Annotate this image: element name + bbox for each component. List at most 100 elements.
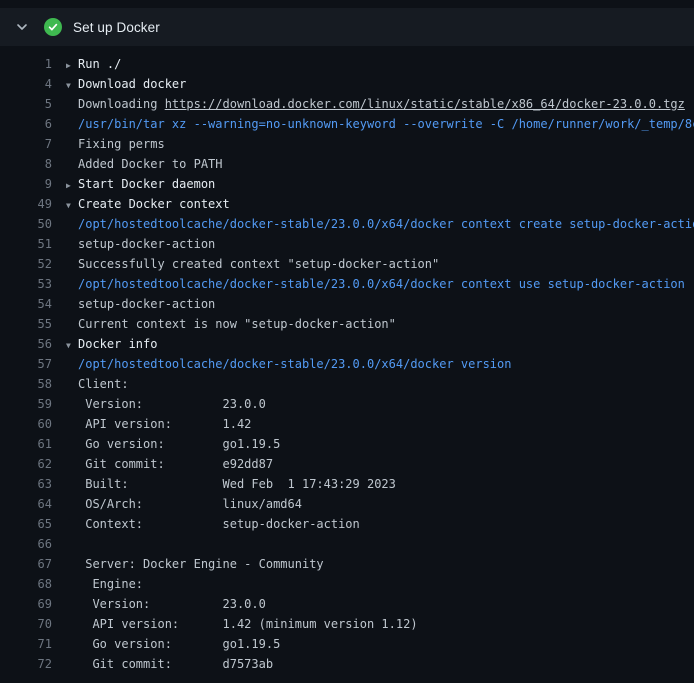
line-number[interactable]: 71 (0, 634, 52, 654)
line-number[interactable]: 68 (0, 574, 52, 594)
line-number[interactable]: 60 (0, 414, 52, 434)
line-content (52, 534, 78, 554)
log-link[interactable]: https://download.docker.com/linux/static… (165, 97, 685, 111)
group-collapsed-icon: ▶ (66, 176, 78, 194)
group-label: Create Docker context (78, 197, 230, 211)
log-row: 67 Server: Docker Engine - Community (0, 554, 694, 574)
log-row: 6/usr/bin/tar xz --warning=no-unknown-ke… (0, 114, 694, 134)
line-number[interactable]: 1 (0, 54, 52, 74)
line-content: Engine: (52, 574, 143, 594)
line-content: Context: setup-docker-action (52, 514, 360, 534)
line-number[interactable]: 56 (0, 334, 52, 354)
log-text: Context: setup-docker-action (78, 517, 360, 531)
log-text: Built: Wed Feb 1 17:43:29 2023 (78, 477, 396, 491)
line-content: Go version: go1.19.5 (52, 634, 280, 654)
line-content: Downloading https://download.docker.com/… (52, 94, 685, 114)
line-number[interactable]: 70 (0, 614, 52, 634)
log-group-row[interactable]: 1▶Run ./ (0, 54, 694, 74)
line-content: /opt/hostedtoolcache/docker-stable/23.0.… (52, 354, 511, 374)
log-row: 58Client: (0, 374, 694, 394)
line-number[interactable]: 4 (0, 74, 52, 94)
log-row: 64 OS/Arch: linux/amd64 (0, 494, 694, 514)
line-number[interactable]: 58 (0, 374, 52, 394)
group-expanded-icon: ▼ (66, 336, 78, 354)
log-row: 60 API version: 1.42 (0, 414, 694, 434)
log-row: 63 Built: Wed Feb 1 17:43:29 2023 (0, 474, 694, 494)
log-row: 7Fixing perms (0, 134, 694, 154)
line-content: OS/Arch: linux/amd64 (52, 494, 302, 514)
line-number[interactable]: 5 (0, 94, 52, 114)
command-text: /opt/hostedtoolcache/docker-stable/23.0.… (78, 357, 511, 371)
log-row: 50/opt/hostedtoolcache/docker-stable/23.… (0, 214, 694, 234)
log-text: Current context is now "setup-docker-act… (78, 317, 396, 331)
log-group-row[interactable]: 9 ▶Start Docker daemon (0, 174, 694, 194)
line-number[interactable]: 64 (0, 494, 52, 514)
line-content: Fixing perms (52, 134, 165, 154)
log-group-row[interactable]: 49▼Create Docker context (0, 194, 694, 214)
line-content: Version: 23.0.0 (52, 394, 266, 414)
group-label: Docker info (78, 337, 157, 351)
log-group-row[interactable]: 56 ▼Docker info (0, 334, 694, 354)
line-content: API version: 1.42 (minimum version 1.12) (52, 614, 418, 634)
line-number[interactable]: 59 (0, 394, 52, 414)
log-row: 69 Version: 23.0.0 (0, 594, 694, 614)
line-content: Added Docker to PATH (52, 154, 223, 174)
line-number[interactable]: 7 (0, 134, 52, 154)
line-content: Server: Docker Engine - Community (52, 554, 324, 574)
log-row: 62 Git commit: e92dd87 (0, 454, 694, 474)
line-number[interactable]: 52 (0, 254, 52, 274)
log-row: 5Downloading https://download.docker.com… (0, 94, 694, 114)
log-container: 1▶Run ./4▼Download docker5Downloading ht… (0, 46, 694, 674)
log-text: Git commit: e92dd87 (78, 457, 273, 471)
log-row: 55 Current context is now "setup-docker-a… (0, 314, 694, 334)
line-number[interactable]: 66 (0, 534, 52, 554)
line-content: API version: 1.42 (52, 414, 251, 434)
log-row: 66 (0, 534, 694, 554)
chevron-down-icon[interactable] (14, 19, 30, 35)
line-number[interactable]: 50 (0, 214, 52, 234)
command-text: /opt/hostedtoolcache/docker-stable/23.0.… (78, 217, 694, 231)
line-content: setup-docker-action (52, 294, 215, 314)
line-content: /usr/bin/tar xz --warning=no-unknown-key… (52, 114, 694, 134)
line-number[interactable]: 54 (0, 294, 52, 314)
line-number[interactable]: 55 (0, 314, 52, 334)
line-content: Client: (52, 374, 129, 394)
group-label: Start Docker daemon (78, 177, 215, 191)
line-content: Git commit: d7573ab (52, 654, 273, 674)
line-number[interactable]: 53 (0, 274, 52, 294)
log-row: 70 API version: 1.42 (minimum version 1.… (0, 614, 694, 634)
log-text: Go version: go1.19.5 (78, 637, 280, 651)
group-label: Run ./ (78, 57, 121, 71)
log-row: 71 Go version: go1.19.5 (0, 634, 694, 654)
command-text: /usr/bin/tar xz --warning=no-unknown-key… (78, 117, 694, 131)
line-number[interactable]: 8 (0, 154, 52, 174)
line-content: ▼Create Docker context (52, 194, 230, 214)
line-number[interactable]: 61 (0, 434, 52, 454)
line-number[interactable]: 51 (0, 234, 52, 254)
line-content: Current context is now "setup-docker-act… (52, 314, 396, 334)
log-text: Version: 23.0.0 (78, 397, 266, 411)
line-number[interactable]: 72 (0, 654, 52, 674)
line-number[interactable]: 62 (0, 454, 52, 474)
line-number[interactable]: 69 (0, 594, 52, 614)
line-number[interactable]: 6 (0, 114, 52, 134)
line-number[interactable]: 67 (0, 554, 52, 574)
log-row: 52Successfully created context "setup-do… (0, 254, 694, 274)
log-row: 53/opt/hostedtoolcache/docker-stable/23.… (0, 274, 694, 294)
log-text: Added Docker to PATH (78, 157, 223, 171)
log-text: OS/Arch: linux/amd64 (78, 497, 302, 511)
line-number[interactable]: 65 (0, 514, 52, 534)
line-number[interactable]: 57 (0, 354, 52, 374)
line-number[interactable]: 9 (0, 174, 52, 194)
log-text: setup-docker-action (78, 237, 215, 251)
log-text: Go version: go1.19.5 (78, 437, 280, 451)
log-row: 68 Engine: (0, 574, 694, 594)
log-text: Downloading (78, 97, 165, 111)
line-number[interactable]: 49 (0, 194, 52, 214)
step-header[interactable]: Set up Docker (0, 8, 694, 46)
line-number[interactable]: 63 (0, 474, 52, 494)
log-group-row[interactable]: 4▼Download docker (0, 74, 694, 94)
step-title: Set up Docker (73, 20, 160, 35)
log-row: 65 Context: setup-docker-action (0, 514, 694, 534)
log-text: Version: 23.0.0 (78, 597, 266, 611)
